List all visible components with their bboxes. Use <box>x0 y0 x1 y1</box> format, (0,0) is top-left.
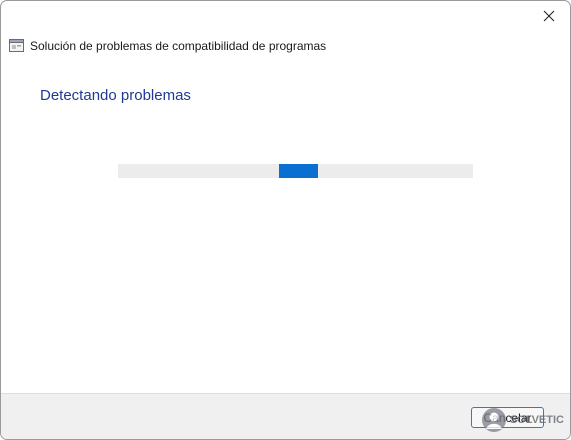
troubleshooter-window: Solución de problemas de compatibilidad … <box>0 0 571 440</box>
page-heading: Detectando problemas <box>40 87 191 104</box>
watermark-text: SOLVETIC <box>509 414 564 426</box>
close-icon <box>543 10 555 22</box>
progress-indicator <box>279 164 318 178</box>
solvetic-logo-icon <box>481 408 506 432</box>
troubleshooter-icon <box>9 38 24 53</box>
watermark: SOLVETIC <box>481 407 564 433</box>
window-title-row: Solución de problemas de compatibilidad … <box>9 38 326 53</box>
window-title: Solución de problemas de compatibilidad … <box>30 38 327 53</box>
close-button[interactable] <box>534 3 564 29</box>
